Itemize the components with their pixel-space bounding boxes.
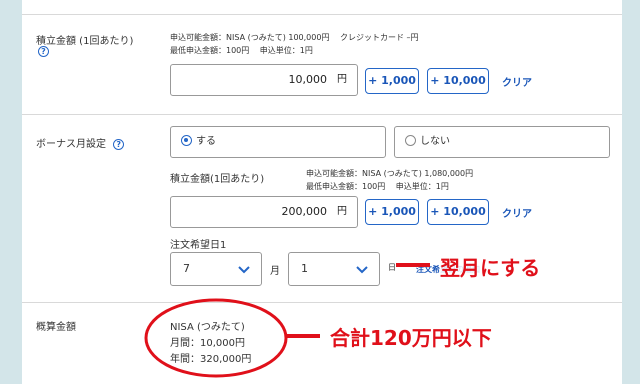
tsumitate-amount-value: 10,000	[288, 73, 328, 86]
bonus-option-yes-label: する	[196, 136, 216, 147]
bonus-help-icon[interactable]: ?	[113, 138, 125, 150]
tsumitate-info-line1: 申込可能金額：NISA (つみたて) 100,000円 クレジットカード –円	[170, 33, 419, 42]
day-select-value: 1	[301, 262, 308, 275]
month-select[interactable]: 7	[170, 252, 262, 286]
tsumitate-clear-link[interactable]: クリア	[502, 74, 532, 89]
day-select[interactable]: 1	[288, 252, 380, 286]
tsumitate-add-10000-button[interactable]: + 10,000	[427, 68, 489, 94]
estimate-account: NISA (つみたて)	[170, 322, 245, 333]
annotation-total: 合計120万円以下	[330, 326, 492, 350]
estimate-yearly: 年間：320,000円	[170, 354, 252, 365]
tsumitate-info-line2: 最低申込金額：100円 申込単位：1円	[170, 46, 313, 55]
bonus-info-line2: 最低申込金額：100円 申込単位：1円	[306, 182, 449, 191]
radio-unselected-icon	[405, 134, 416, 146]
month-select-value: 7	[183, 262, 190, 275]
divider-1	[22, 114, 622, 115]
top-divider	[22, 14, 622, 15]
estimate-monthly: 月間：10,000円	[170, 338, 245, 349]
order-date-label: 注文希望日1	[170, 240, 227, 251]
tsumitate-amount-input[interactable]: 10,000 円	[170, 64, 358, 96]
bonus-option-yes[interactable]: する	[170, 126, 386, 158]
bonus-label: ボーナス月設定 ?	[36, 135, 125, 150]
tsumitate-add-1000-button[interactable]: + 1,000	[365, 68, 419, 94]
order-panel: 積立金額 (1回あたり) ? 申込可能金額：NISA (つみたて) 100,00…	[22, 0, 622, 384]
bonus-info-line1: 申込可能金額：NISA (つみたて) 1,080,000円	[306, 169, 474, 178]
tsumitate-help-icon[interactable]: ?	[38, 46, 49, 57]
bonus-add-1000-button[interactable]: + 1,000	[365, 199, 419, 225]
bonus-amount-value: 200,000	[281, 205, 328, 218]
bonus-amount-label: 積立金額(1回あたり)	[170, 174, 265, 185]
bonus-amount-input[interactable]: 200,000 円	[170, 196, 358, 228]
chevron-down-icon	[356, 266, 368, 274]
bonus-label-text: ボーナス月設定	[36, 139, 106, 150]
tsumitate-label: 積立金額 (1回あたり)	[36, 36, 134, 47]
chevron-down-icon	[238, 266, 250, 274]
divider-2	[22, 302, 622, 303]
bonus-yen-unit: 円	[337, 206, 347, 217]
tsumitate-yen-unit: 円	[337, 74, 347, 85]
bonus-option-no-label: しない	[420, 136, 450, 147]
radio-selected-icon	[181, 134, 192, 146]
annotation-next-month: 翌月にする	[440, 252, 541, 281]
bonus-clear-link[interactable]: クリア	[502, 205, 532, 220]
bonus-option-no[interactable]: しない	[394, 126, 610, 158]
estimate-label: 概算金額	[36, 322, 76, 333]
day-unit: 日	[388, 263, 396, 272]
bonus-add-10000-button[interactable]: + 10,000	[427, 199, 489, 225]
month-unit: 月	[270, 266, 280, 277]
